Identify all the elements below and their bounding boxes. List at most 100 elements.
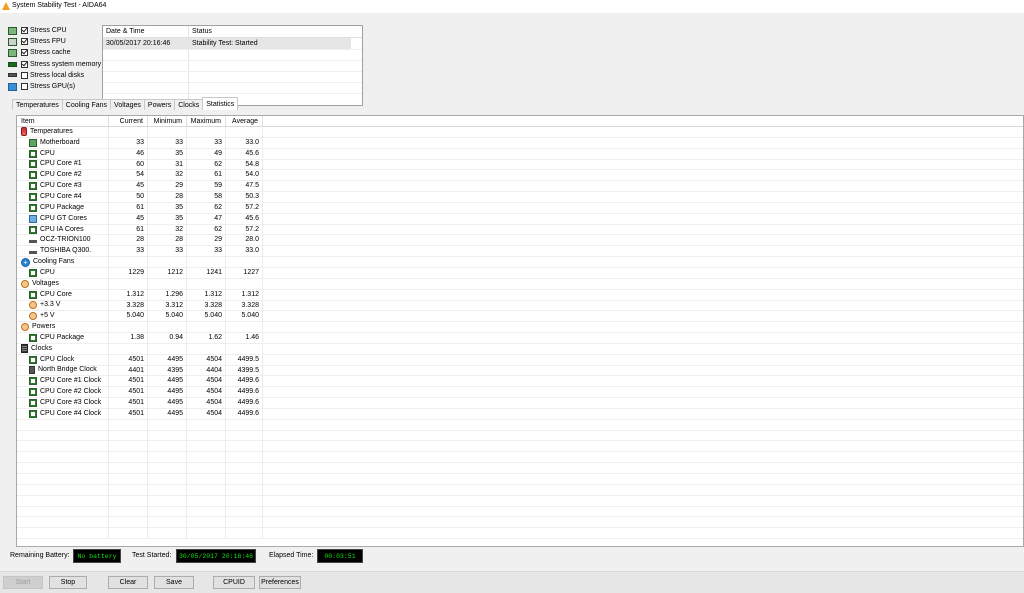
item-cell: Clocks bbox=[17, 343, 109, 354]
table-row[interactable]: CPU 46 35 49 45.6 bbox=[17, 148, 1023, 160]
table-row[interactable]: CPU Core #3 Clock 4501 4495 4504 4499.6 bbox=[17, 398, 1023, 409]
average-cell: 4499.6 bbox=[226, 387, 263, 398]
table-row[interactable]: CPU GT Cores 45 35 47 45.6 bbox=[17, 213, 1023, 225]
maximum-cell: 4404 bbox=[187, 365, 226, 376]
stress-option[interactable]: Stress GPU(s) bbox=[8, 81, 104, 92]
maximum-cell: 49 bbox=[187, 148, 226, 159]
average-cell: 4499.6 bbox=[226, 408, 263, 419]
column-header-item[interactable]: Item bbox=[17, 116, 109, 126]
table-row[interactable]: CPU IA Cores 61 32 62 57.2 bbox=[17, 224, 1023, 236]
minimum-cell bbox=[148, 257, 187, 267]
maximum-cell bbox=[187, 517, 226, 528]
table-row[interactable]: TOSHIBA Q300. 33 33 33 33.0 bbox=[17, 246, 1023, 258]
tab-voltages[interactable]: Voltages bbox=[110, 99, 145, 110]
clear-button[interactable]: Clear bbox=[108, 576, 148, 589]
voltage-icon bbox=[21, 279, 29, 288]
table-group-row[interactable]: Temperatures bbox=[17, 127, 1023, 138]
stress-option[interactable]: Stress system memory bbox=[8, 59, 104, 70]
stress-options: Stress CPU Stress FPU Stress cache Stress s… bbox=[8, 25, 104, 92]
preferences-button[interactable]: Preferences bbox=[259, 576, 301, 589]
current-cell: 4501 bbox=[109, 387, 148, 398]
table-row[interactable]: CPU Core #1 60 31 62 54.8 bbox=[17, 159, 1023, 171]
table-row[interactable]: CPU Core #1 Clock 4501 4495 4504 4499.6 bbox=[17, 376, 1023, 388]
table-group-row[interactable]: Cooling Fans bbox=[17, 257, 1023, 268]
column-header-maximum[interactable]: Maximum bbox=[187, 116, 226, 126]
chip-icon bbox=[29, 355, 37, 364]
stress-option[interactable]: Stress local disks bbox=[8, 70, 104, 81]
table-row[interactable]: OCZ-TRION100 28 28 29 28.0 bbox=[17, 235, 1023, 247]
tab-statistics[interactable]: Statistics bbox=[202, 97, 239, 110]
save-button[interactable]: Save bbox=[154, 576, 194, 589]
maximum-cell bbox=[187, 506, 226, 517]
fpu-chip-icon bbox=[8, 37, 17, 46]
minimum-cell bbox=[148, 495, 187, 506]
stress-checkbox[interactable] bbox=[21, 71, 28, 79]
minimum-cell bbox=[148, 506, 187, 517]
status-log[interactable]: Date & Time Status 30/05/2017 20:16:46 S… bbox=[102, 25, 363, 106]
item-cell: Cooling Fans bbox=[17, 257, 109, 267]
average-cell: 54.8 bbox=[226, 159, 263, 170]
item-cell bbox=[17, 474, 109, 484]
stress-option-label: Stress GPU(s) bbox=[30, 83, 76, 91]
table-row[interactable]: CPU Package 1.38 0.94 1.62 1.46 bbox=[17, 333, 1023, 344]
table-group-row[interactable]: Voltages bbox=[17, 278, 1023, 290]
tab-clocks[interactable]: Clocks bbox=[174, 99, 204, 110]
stress-checkbox[interactable] bbox=[21, 60, 28, 68]
tab-cooling-fans[interactable]: Cooling Fans bbox=[61, 99, 112, 110]
table-row[interactable]: CPU Core 1.312 1.296 1.312 1.312 bbox=[17, 289, 1023, 301]
table-row[interactable]: Motherboard 33 33 33 33.0 bbox=[17, 137, 1023, 149]
stress-checkbox[interactable] bbox=[21, 49, 28, 57]
minimum-cell: 28 bbox=[148, 235, 187, 246]
item-cell: CPU GT Cores bbox=[17, 213, 109, 224]
table-row[interactable]: CPU Package 61 35 62 57.2 bbox=[17, 202, 1023, 214]
test-started-label: Test Started: bbox=[132, 552, 172, 559]
column-header-minimum[interactable]: Minimum bbox=[148, 116, 187, 126]
table-group-row[interactable]: Powers bbox=[17, 322, 1023, 334]
table-row[interactable]: North Bridge Clock 4401 4395 4404 4399.5 bbox=[17, 365, 1023, 377]
average-cell bbox=[226, 517, 263, 528]
table-row[interactable]: CPU Core #4 Clock 4501 4495 4504 4499.6 bbox=[17, 408, 1023, 420]
average-cell bbox=[226, 322, 263, 333]
minimum-cell bbox=[148, 278, 187, 289]
table-row[interactable]: CPU Core #3 45 29 59 47.5 bbox=[17, 181, 1023, 193]
current-cell: 61 bbox=[109, 224, 148, 235]
tab-temperatures[interactable]: Temperatures bbox=[12, 99, 63, 110]
stop-button[interactable]: Stop bbox=[49, 576, 87, 589]
main-window: Stress CPU Stress FPU Stress cache Stress s… bbox=[0, 13, 1024, 593]
table-row[interactable]: CPU Clock 4501 4495 4504 4499.5 bbox=[17, 354, 1023, 366]
cpuid-button[interactable]: CPUID bbox=[213, 576, 255, 589]
item-label: CPU Core #4 bbox=[40, 192, 82, 200]
stress-option[interactable]: Stress FPU bbox=[8, 36, 104, 47]
average-cell: 4499.6 bbox=[226, 376, 263, 387]
table-group-row[interactable]: Clocks bbox=[17, 343, 1023, 355]
stress-option[interactable]: Stress CPU bbox=[8, 25, 104, 36]
current-cell: 3.328 bbox=[109, 300, 148, 311]
table-row[interactable]: CPU Core #2 54 32 61 54.0 bbox=[17, 170, 1023, 182]
start-button[interactable]: Start bbox=[3, 576, 43, 589]
tab-powers[interactable]: Powers bbox=[143, 99, 176, 110]
table-row[interactable]: CPU 1229 1212 1241 1227 bbox=[17, 267, 1023, 279]
column-header-average[interactable]: Average bbox=[226, 116, 263, 126]
stress-option[interactable]: Stress cache bbox=[8, 47, 104, 58]
item-label: North Bridge Clock bbox=[38, 366, 97, 374]
datetime-column-header[interactable]: Date & Time bbox=[103, 26, 189, 37]
column-header-current[interactable]: Current bbox=[109, 116, 148, 126]
stress-checkbox[interactable] bbox=[21, 83, 28, 91]
status-column-header[interactable]: Status bbox=[189, 26, 351, 37]
stress-checkbox[interactable] bbox=[21, 27, 28, 35]
table-row[interactable]: +3.3 V 3.328 3.312 3.328 3.328 bbox=[17, 300, 1023, 312]
average-cell: 47.5 bbox=[226, 181, 263, 192]
item-label: Cooling Fans bbox=[33, 258, 75, 266]
chip-icon bbox=[29, 399, 37, 408]
chip-icon bbox=[29, 388, 37, 397]
item-label: Powers bbox=[32, 323, 56, 331]
table-empty-row bbox=[17, 495, 1023, 507]
status-log-row[interactable]: 30/05/2017 20:16:46 Stability Test: Star… bbox=[103, 38, 351, 49]
cache-chip-icon bbox=[8, 48, 17, 57]
stress-checkbox[interactable] bbox=[21, 38, 28, 46]
table-row[interactable]: CPU Core #2 Clock 4501 4495 4504 4499.6 bbox=[17, 387, 1023, 399]
item-cell: CPU Core #4 Clock bbox=[17, 408, 109, 419]
table-row[interactable]: CPU Core #4 50 28 58 50.3 bbox=[17, 192, 1023, 203]
minimum-cell: 4495 bbox=[148, 376, 187, 387]
table-row[interactable]: +5 V 5.040 5.040 5.040 5.040 bbox=[17, 311, 1023, 323]
